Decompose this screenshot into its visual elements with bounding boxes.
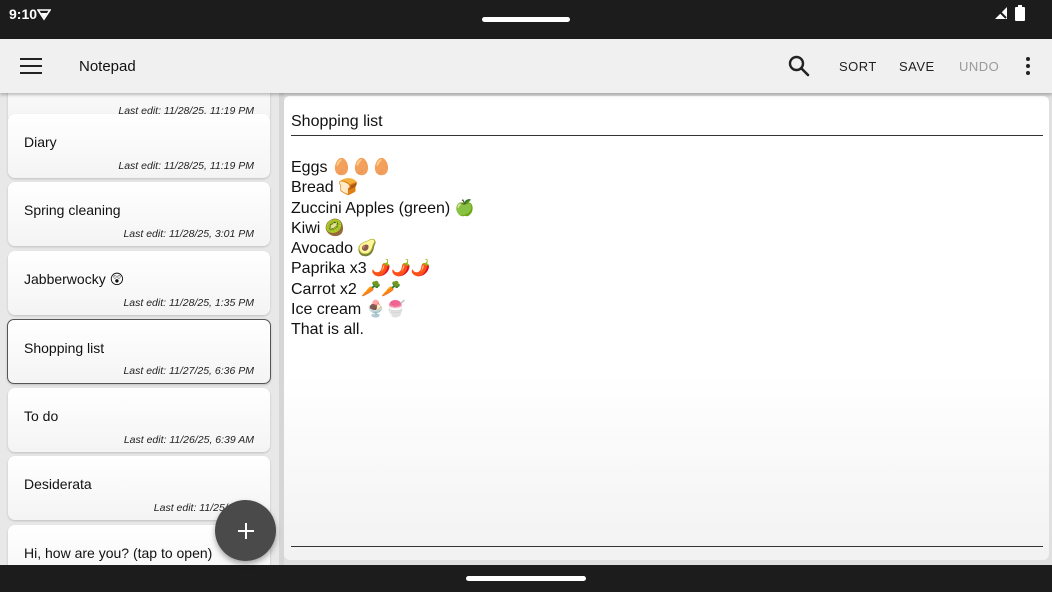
editor-line: Bread 🍞 xyxy=(291,179,359,197)
editor-title-field[interactable]: Shopping list xyxy=(291,113,1043,136)
editor-line: Eggs 🥚🥚🥚 xyxy=(291,159,392,176)
editor-line: Avocado 🥑 xyxy=(291,240,378,258)
note-title: Jabberwocky 😲 xyxy=(24,271,125,287)
editor-line: Kiwi 🥝 xyxy=(291,219,345,237)
note-card[interactable]: Spring cleaning Last edit: 11/28/25, 3:0… xyxy=(8,182,270,246)
note-title: Spring cleaning xyxy=(24,202,121,218)
note-card[interactable]: To do Last edit: 11/26/25, 6:39 AM xyxy=(8,388,270,452)
note-title: Diary xyxy=(24,134,57,150)
undo-button[interactable]: UNDO xyxy=(959,59,999,74)
note-list[interactable]: Last edit: 11/28/25, 11:19 PM Diary Last… xyxy=(0,93,279,565)
editor-line: Ice cream 🍨🍧 xyxy=(291,301,406,319)
note-date: Last edit: 11/28/25, 1:35 PM xyxy=(123,297,254,309)
note-editor[interactable]: Shopping list Eggs 🥚🥚🥚 Bread 🍞 Zuccini A… xyxy=(284,96,1049,560)
note-title: To do xyxy=(24,408,59,424)
app-title: Notepad xyxy=(79,58,136,75)
sort-button[interactable]: SORT xyxy=(839,59,877,74)
note-date: Last edit: 11/28/25, 11:19 PM xyxy=(118,160,254,172)
editor-body-field[interactable]: Eggs 🥚🥚🥚 Bread 🍞 Zuccini Apples (green) … xyxy=(291,158,1043,341)
search-icon[interactable] xyxy=(786,53,812,79)
camera-pill xyxy=(482,17,570,22)
navigation-bar xyxy=(0,565,1052,592)
editor-line: Paprika x3 🌶️🌶️🌶️ xyxy=(291,260,431,278)
save-button[interactable]: SAVE xyxy=(899,59,935,74)
hamburger-menu-icon[interactable] xyxy=(16,52,46,80)
battery-icon xyxy=(1015,5,1025,21)
note-date: Last edit: 11/26/25, 6:39 AM xyxy=(123,434,254,446)
note-date: Last edit: 11/28/25, 3:01 PM xyxy=(123,228,254,240)
status-time: 9:10 xyxy=(9,6,38,22)
editor-bottom-divider xyxy=(291,546,1043,547)
add-note-button[interactable] xyxy=(215,500,276,561)
status-bar: 9:10 xyxy=(0,0,1052,39)
note-date: Last edit: 11/27/25, 6:36 PM xyxy=(123,365,254,377)
note-title: Shopping list xyxy=(24,340,105,356)
home-gesture-handle[interactable] xyxy=(466,576,586,581)
main-content: Last edit: 11/28/25, 11:19 PM Diary Last… xyxy=(0,93,1052,565)
note-card-selected[interactable]: Shopping list Last edit: 11/27/25, 6:36 … xyxy=(7,319,271,384)
plus-icon xyxy=(237,522,254,539)
more-vert-icon[interactable] xyxy=(1019,55,1037,77)
note-card[interactable]: Diary Last edit: 11/28/25, 11:19 PM xyxy=(8,114,270,178)
no-signal-icon xyxy=(995,7,1007,19)
note-title: Hi, how are you? (tap to open) xyxy=(24,545,213,561)
editor-line: Zuccini Apples (green) 🍏 xyxy=(291,199,475,217)
editor-line: That is all. xyxy=(291,321,364,339)
wifi-icon xyxy=(37,9,51,21)
editor-line: Carrot x2 🥕🥕 xyxy=(291,280,402,298)
note-title: Desiderata xyxy=(24,476,92,492)
note-card[interactable]: Jabberwocky 😲 Last edit: 11/28/25, 1:35 … xyxy=(8,251,270,315)
app-bar: Notepad SORT SAVE UNDO xyxy=(0,39,1052,93)
status-icons xyxy=(993,5,1025,21)
